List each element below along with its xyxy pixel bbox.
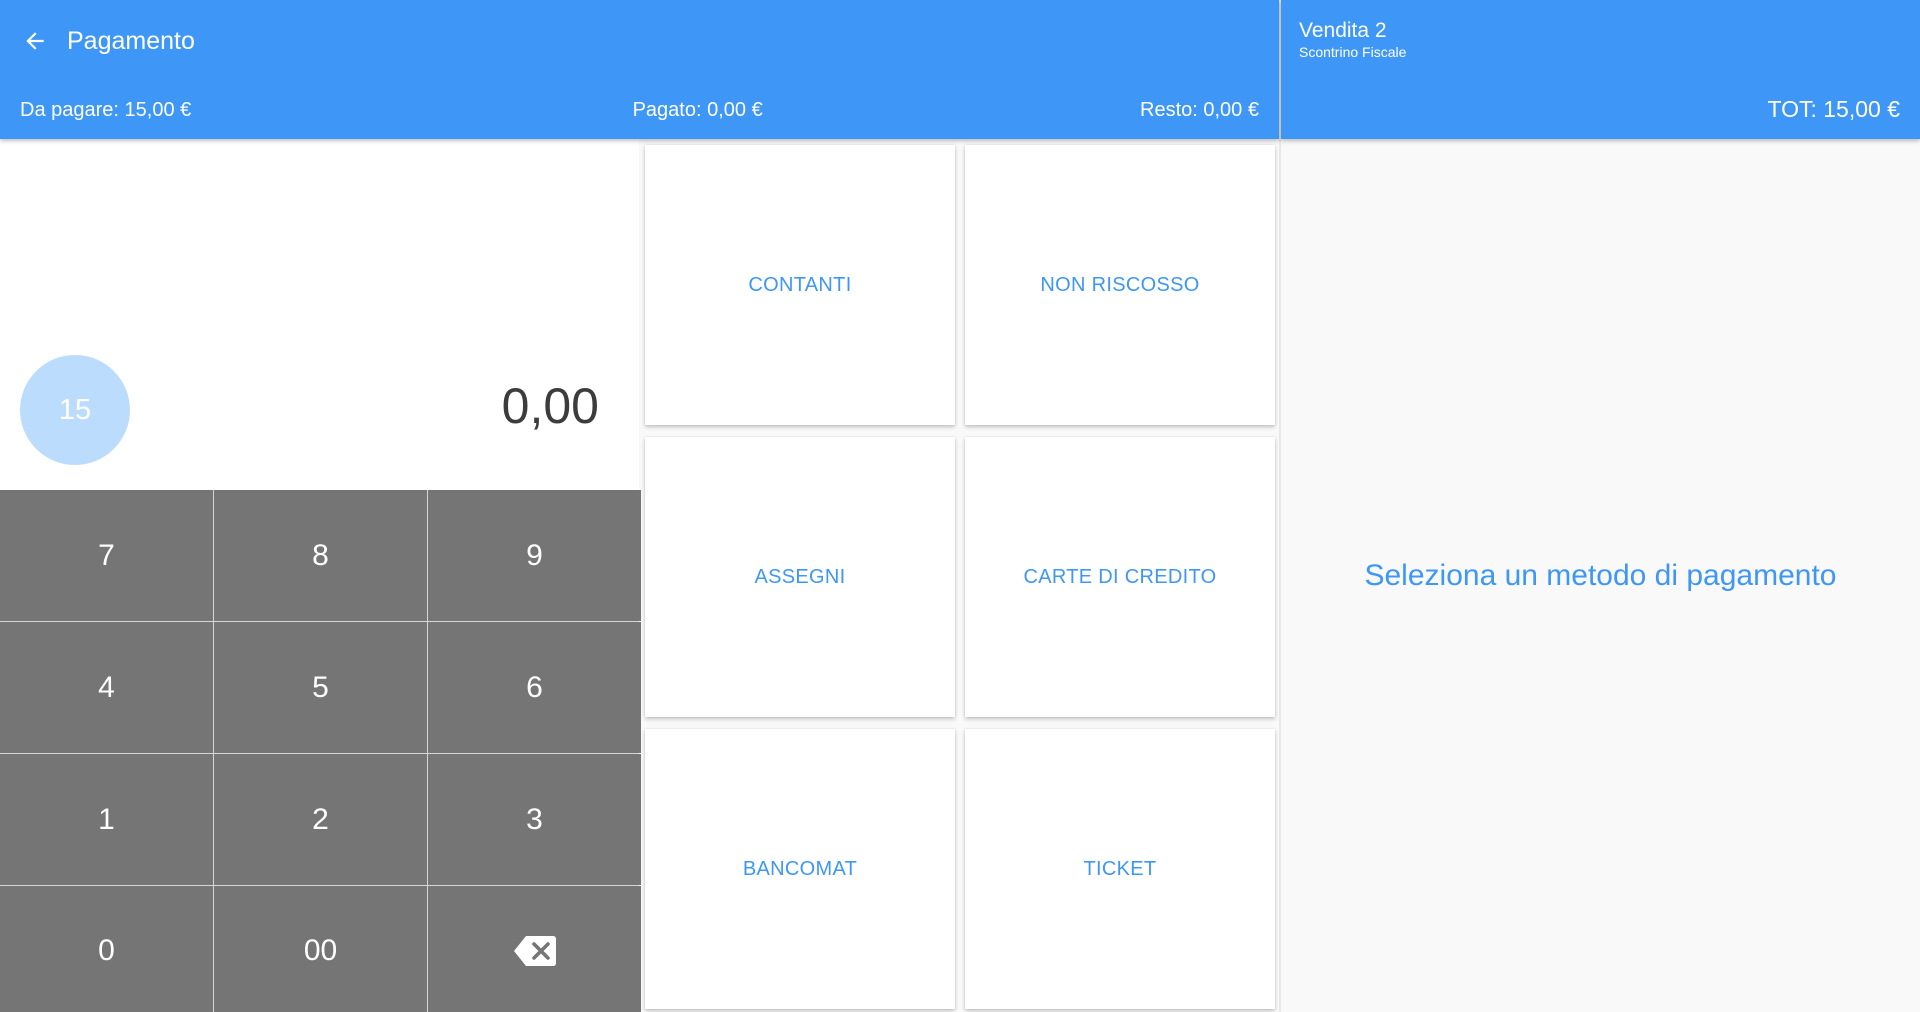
payment-methods: CONTANTI NON RISCOSSO ASSEGNI CARTE DI C… (645, 145, 1275, 1012)
method-cash-button[interactable]: CONTANTI (645, 145, 955, 425)
change-amount: Resto: 0,00 € (1140, 99, 1259, 121)
key-0[interactable]: 0 (0, 886, 213, 1012)
panel-divider (1279, 0, 1281, 1012)
amount-paid: Pagato: 0,00 € (632, 99, 763, 121)
key-1[interactable]: 1 (0, 754, 213, 885)
quick-amount-button[interactable]: 15 (20, 355, 130, 465)
amount-to-pay: Da pagare: 15,00 € (20, 99, 192, 121)
payment-header: Pagamento Da pagare: 15,00 € Pagato: 0,0… (0, 0, 1279, 139)
payment-detail-panel: Seleziona un metodo di pagamento (1281, 139, 1920, 1012)
key-9[interactable]: 9 (428, 490, 641, 621)
method-ticket-button[interactable]: TICKET (965, 729, 1275, 1009)
page-title: Pagamento (67, 27, 195, 55)
entered-amount: 0,00 (501, 378, 599, 434)
key-00[interactable]: 00 (214, 886, 427, 1012)
back-button[interactable] (14, 20, 56, 62)
sale-subtitle: Scontrino Fiscale (1299, 44, 1407, 60)
amount-display: 15 0,00 (0, 139, 639, 490)
sale-total: TOT: 15,00 € (1767, 96, 1900, 122)
sale-header: Vendita 2 Scontrino Fiscale TOT: 15,00 € (1281, 0, 1920, 139)
method-not-collected-button[interactable]: NON RISCOSSO (965, 145, 1275, 425)
key-8[interactable]: 8 (214, 490, 427, 621)
method-credit-card-button[interactable]: CARTE DI CREDITO (965, 437, 1275, 717)
method-debit-card-button[interactable]: BANCOMAT (645, 729, 955, 1009)
select-method-hint: Seleziona un metodo di pagamento (1364, 559, 1837, 592)
key-2[interactable]: 2 (214, 754, 427, 885)
sale-title: Vendita 2 (1299, 19, 1387, 42)
key-5[interactable]: 5 (214, 622, 427, 753)
method-cheques-button[interactable]: ASSEGNI (645, 437, 955, 717)
backspace-button[interactable] (428, 886, 641, 1012)
arrow-left-icon (26, 32, 44, 50)
backspace-icon (513, 935, 556, 966)
numeric-keypad: 7 8 9 4 5 6 1 2 3 0 00 (0, 490, 641, 1012)
key-7[interactable]: 7 (0, 490, 213, 621)
payment-screen: Pagamento Da pagare: 15,00 € Pagato: 0,0… (0, 0, 1920, 1012)
payment-summary: Da pagare: 15,00 € Pagato: 0,00 € Resto:… (20, 98, 1259, 122)
key-3[interactable]: 3 (428, 754, 641, 885)
key-4[interactable]: 4 (0, 622, 213, 753)
key-6[interactable]: 6 (428, 622, 641, 753)
